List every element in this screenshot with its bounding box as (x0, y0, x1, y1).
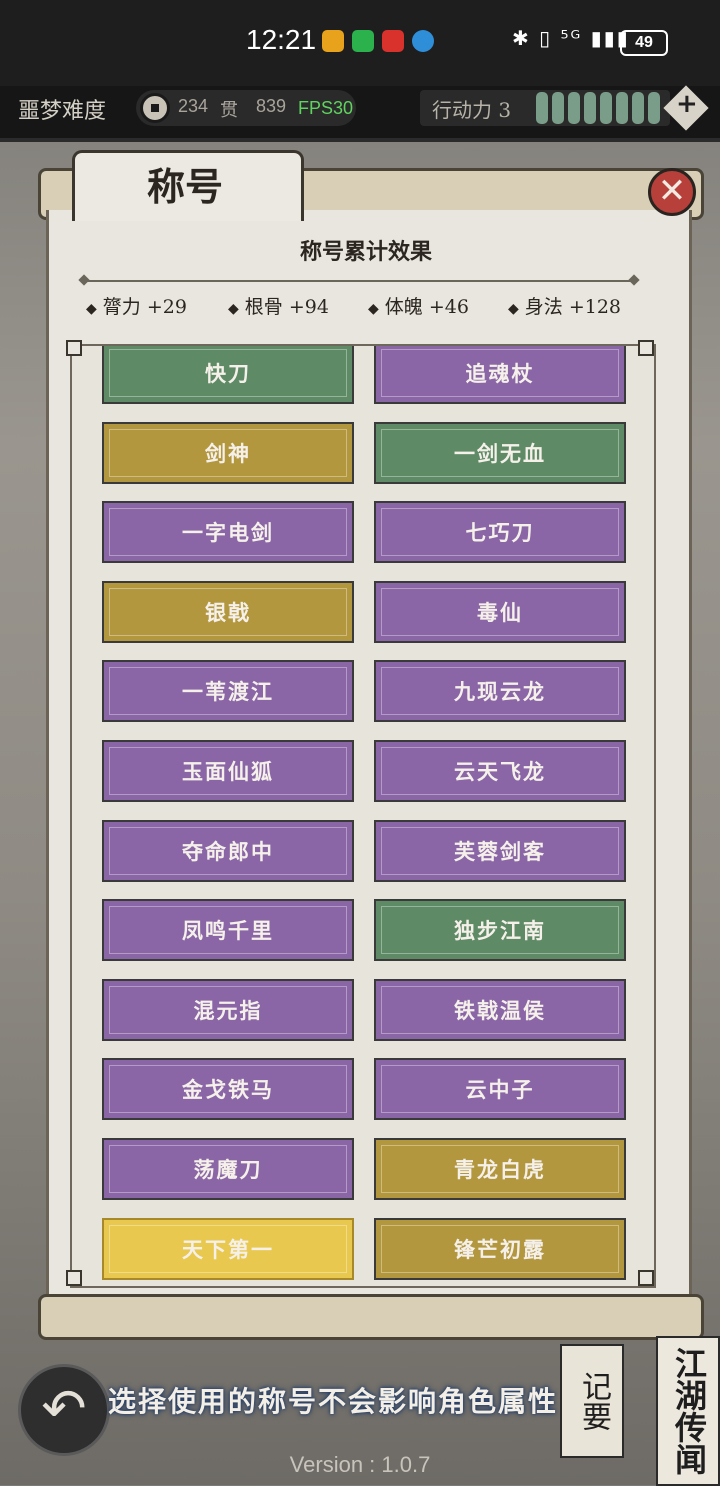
title-button[interactable]: 锋芒初露 (374, 1217, 626, 1280)
stat-physique: ◆ 体魄 +46 (368, 292, 469, 319)
clock: 12:21 (246, 24, 317, 55)
title-button[interactable]: 青龙白虎 (374, 1138, 626, 1200)
diamond-icon: ◆ (368, 301, 379, 317)
wechat-icon (352, 30, 374, 52)
title-name: 快刀 (205, 361, 251, 386)
coin-unit: 贯 (220, 100, 238, 121)
title-name: 青龙白虎 (454, 1157, 546, 1182)
action-point-pip (552, 92, 564, 124)
title-button[interactable]: 九现云龙 (374, 660, 626, 723)
title-name: 独步江南 (454, 918, 546, 944)
frame-corner (66, 1270, 82, 1286)
title-button[interactable]: 天下第一 (102, 1217, 354, 1280)
action-points-label: 行动力 3 (432, 98, 512, 122)
cumulative-effect-title: 称号累计效果 (299, 239, 432, 265)
title-button[interactable]: 玉面仙狐 (102, 740, 354, 802)
action-point-pip (616, 92, 628, 124)
title-button[interactable]: 混元指 (102, 978, 354, 1041)
title-button[interactable]: 云中子 (374, 1058, 626, 1121)
title-button[interactable]: 七巧刀 (374, 501, 626, 564)
app-notification-icon (322, 30, 344, 52)
diamond-icon: ◆ (228, 301, 239, 317)
title-button[interactable]: 银戟 (102, 580, 354, 643)
title-button[interactable]: 荡魔刀 (102, 1138, 354, 1200)
title-name: 芙蓉剑客 (454, 838, 546, 864)
title-name: 一苇渡江 (182, 679, 274, 705)
frame-corner (66, 340, 82, 356)
plus-icon[interactable]: + (676, 89, 698, 119)
frame-corner (638, 1270, 654, 1286)
title-name: 一剑无血 (454, 440, 546, 466)
title-name: 凤鸣千里 (182, 918, 274, 944)
news-app-icon (382, 30, 404, 52)
title-name: 云天飞龙 (454, 759, 546, 784)
coin-icon (140, 93, 170, 123)
stat-agility: ◆ 身法 +128 (508, 292, 621, 319)
panel-title: 称号 (146, 164, 223, 209)
difficulty-label: 噩梦难度 (18, 99, 107, 124)
action-point-pip (584, 92, 596, 124)
frame-corner (638, 340, 654, 356)
title-name: 锋芒初露 (454, 1236, 546, 1262)
title-button[interactable]: 毒仙 (374, 580, 626, 643)
action-point-pip (648, 92, 660, 124)
stat-label: 膂力 +29 (102, 296, 187, 318)
title-name: 玉面仙狐 (182, 759, 274, 784)
title-button[interactable]: 剑神 (102, 421, 354, 484)
title-name: 荡魔刀 (193, 1157, 263, 1182)
diamond-icon: ◆ (86, 301, 97, 317)
stat-label: 根骨 +94 (244, 296, 329, 318)
action-point-pip (536, 92, 548, 124)
back-button[interactable]: ↶ (18, 1364, 110, 1456)
stat-label: 体魄 +46 (384, 296, 469, 318)
battery-icon: 49 (620, 30, 668, 56)
title-name: 夺命郎中 (182, 838, 274, 864)
memo-button[interactable]: 记要 (560, 1344, 624, 1458)
title-name: 银戟 (205, 599, 251, 625)
title-button[interactable]: 一字电剑 (102, 501, 354, 564)
title-name: 毒仙 (477, 599, 523, 625)
title-name: 混元指 (193, 997, 263, 1023)
hint-text: 选择使用的称号不会影响角色属性 (108, 1385, 559, 1418)
coin-amount: 234 (178, 96, 209, 116)
stat-strength: ◆ 膂力 +29 (86, 292, 187, 319)
title-button[interactable]: 金戈铁马 (102, 1058, 354, 1121)
title-name: 铁戟温侯 (454, 997, 546, 1023)
title-name: 云中子 (465, 1077, 535, 1103)
scroll-bottom-roll (38, 1294, 704, 1340)
title-name: 七巧刀 (465, 520, 535, 546)
diamond-icon: ◆ (508, 301, 519, 317)
stat-constitution: ◆ 根骨 +94 (228, 292, 329, 319)
title-button[interactable]: 一剑无血 (374, 421, 626, 484)
title-button[interactable]: 云天飞龙 (374, 740, 626, 802)
title-name: 金戈铁马 (182, 1077, 274, 1103)
version-label: Version : 1.0.7 (289, 1452, 431, 1477)
system-icons: ✱ ▯ ⁵ᴳ ▮▮▮ (512, 26, 630, 50)
title-button[interactable]: 芙蓉剑客 (374, 819, 626, 882)
title-button[interactable]: 一苇渡江 (102, 660, 354, 723)
title-button[interactable]: 追魂杖 (374, 346, 626, 404)
title-button[interactable]: 快刀 (102, 346, 354, 404)
titles-list[interactable]: 快刀 追魂杖剑神 一剑无血一字电剑 七巧刀银戟 毒仙一苇渡江 九现云龙玉面仙狐 云天飞龙夺命… (70, 344, 656, 1288)
browser-icon (412, 30, 434, 52)
title-button[interactable]: 夺命郎中 (102, 819, 354, 882)
title-name: 一字电剑 (182, 520, 274, 546)
title-name: 天下第一 (182, 1236, 274, 1262)
coin-amount-secondary: 839 (256, 96, 287, 116)
title-name: 九现云龙 (454, 679, 546, 705)
action-point-pip (600, 92, 612, 124)
title-name: 剑神 (205, 440, 251, 466)
fps-counter: FPS30 (298, 98, 354, 118)
title-button[interactable]: 铁戟温侯 (374, 978, 626, 1041)
stat-label: 身法 +128 (524, 296, 622, 318)
title-button[interactable]: 凤鸣千里 (102, 899, 354, 962)
action-point-pip (632, 92, 644, 124)
title-button[interactable]: 独步江南 (374, 899, 626, 962)
divider (84, 280, 636, 282)
close-button[interactable]: ✕ (648, 168, 696, 216)
action-point-pip (568, 92, 580, 124)
title-name: 追魂杖 (465, 361, 535, 386)
